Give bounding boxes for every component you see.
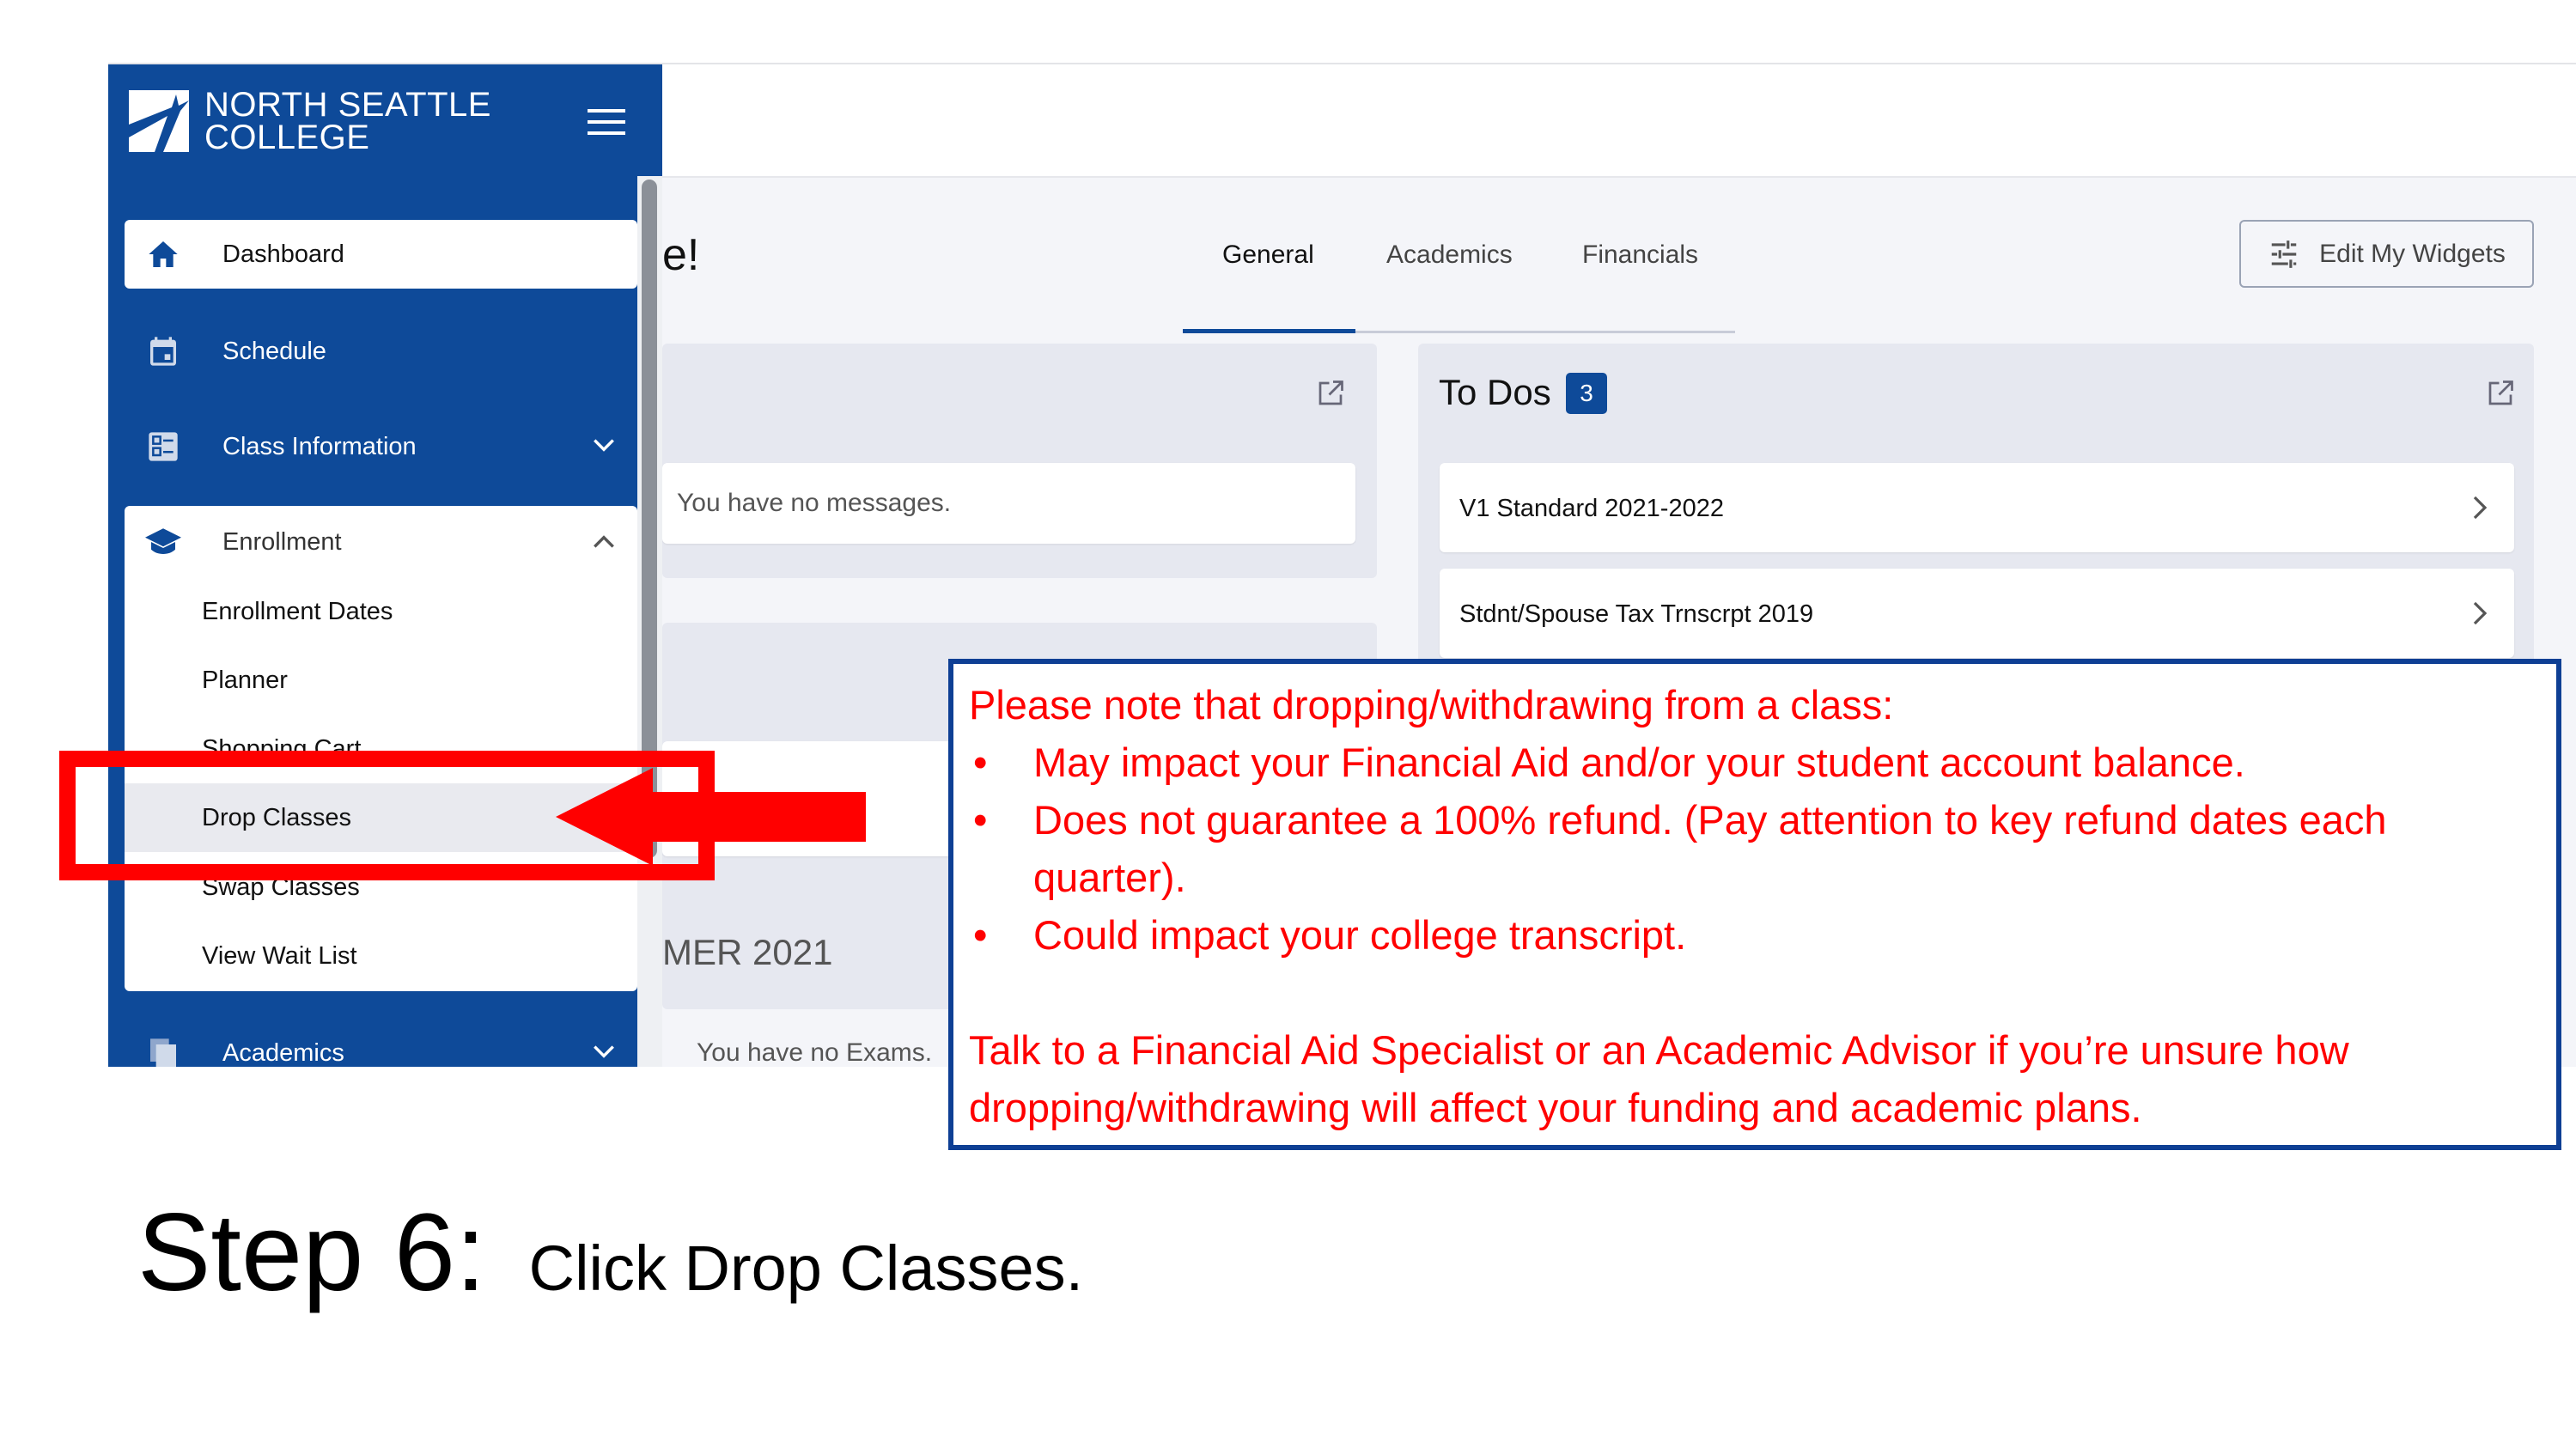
college-logo: NORTH SEATTLE COLLEGE (129, 86, 491, 156)
todo-item[interactable]: V1 Standard 2021-2022 (1440, 463, 2514, 552)
step-label: Step 6: (137, 1191, 486, 1314)
submenu-view-wait-list[interactable]: View Wait List (125, 922, 637, 990)
step-caption: Step 6: Click Drop Classes. (137, 1190, 1083, 1316)
no-messages-text: You have no messages. (677, 489, 952, 517)
sidebar-scrollbar[interactable] (637, 176, 662, 1067)
chevron-up-icon (594, 535, 614, 548)
sidebar-item-label: Dashboard (222, 240, 344, 268)
external-link-icon[interactable] (2485, 378, 2516, 409)
external-link-icon[interactable] (1315, 378, 1346, 409)
chevron-down-icon (594, 439, 614, 452)
todos-widget: To Dos 3 V1 Standard 2021-2022 Stdnt/Spo… (1418, 344, 2534, 704)
logo-text-line: COLLEGE (204, 119, 370, 156)
sidebar-item-label: Enrollment (222, 527, 342, 556)
tab-academics[interactable]: Academics (1386, 240, 1513, 270)
drop-warning-note: Please note that dropping/withdrawing fr… (948, 659, 2561, 1150)
home-icon (149, 241, 178, 267)
sidebar-item-label: Class Information (222, 432, 417, 460)
submenu-enrollment-dates[interactable]: Enrollment Dates (125, 577, 637, 646)
note-intro: Please note that dropping/withdrawing fr… (969, 682, 1894, 728)
note-bullet: Could impact your college transcript. (973, 906, 2541, 964)
chevron-right-icon (2473, 496, 2488, 520)
sidebar-item-enrollment[interactable]: Enrollment (125, 508, 637, 576)
chevron-down-icon (594, 1045, 614, 1058)
list-icon (149, 432, 178, 461)
sidebar-item-academics[interactable]: Academics (125, 1019, 637, 1067)
exams-term-heading: MER 2021 (662, 932, 833, 972)
sidebar-item-label: Schedule (222, 337, 326, 365)
note-bullet: Does not guarantee a 100% refund. (Pay a… (973, 791, 2541, 906)
todo-item-label: Stdnt/Spouse Tax Trnscrpt 2019 (1459, 600, 1814, 628)
no-exams-text: You have no Exams. (697, 1038, 933, 1067)
hamburger-menu-icon[interactable] (588, 109, 625, 135)
sidebar-item-label: Academics (222, 1038, 344, 1067)
edit-widgets-label: Edit My Widgets (2319, 239, 2506, 268)
todos-title: To Dos (1439, 372, 1551, 412)
red-arrow-icon (556, 768, 866, 866)
chevron-right-icon (2473, 601, 2488, 625)
logo-star-icon (129, 90, 189, 152)
sliders-icon (2271, 240, 2297, 268)
logo-text-line: NORTH SEATTLE (204, 86, 491, 124)
tab-financials[interactable]: Financials (1582, 240, 1698, 270)
note-bullet: May impact your Financial Aid and/or you… (973, 734, 2541, 791)
document-icon (150, 1038, 176, 1067)
calendar-icon (150, 337, 176, 366)
messages-empty-row: You have no messages. (662, 463, 1355, 544)
note-footer: Talk to a Financial Aid Specialist or an… (969, 1027, 2349, 1130)
sidebar: NORTH SEATTLE COLLEGE Dashboard Schedule … (108, 64, 662, 1067)
step-instruction: Click Drop Classes. (528, 1233, 1084, 1304)
todo-item-label: V1 Standard 2021-2022 (1459, 495, 1724, 522)
enrollment-section: Enrollment Enrollment Dates Planner Shop… (125, 506, 637, 991)
messages-widget: You have no messages. (662, 344, 1377, 578)
todos-count-badge: 3 (1566, 373, 1607, 414)
graduation-cap-icon (145, 528, 181, 554)
todo-item[interactable]: Stdnt/Spouse Tax Trnscrpt 2019 (1440, 569, 2514, 658)
submenu-planner[interactable]: Planner (125, 646, 637, 715)
sidebar-item-class-information[interactable]: Class Information (125, 412, 637, 481)
sidebar-item-schedule[interactable]: Schedule (125, 317, 637, 386)
edit-widgets-button[interactable]: Edit My Widgets (2239, 220, 2534, 288)
welcome-heading: e! (662, 230, 700, 280)
tab-general[interactable]: General (1222, 240, 1314, 270)
top-bar (662, 64, 2576, 178)
active-tab-indicator (1183, 329, 1355, 333)
sidebar-item-dashboard[interactable]: Dashboard (125, 220, 637, 289)
